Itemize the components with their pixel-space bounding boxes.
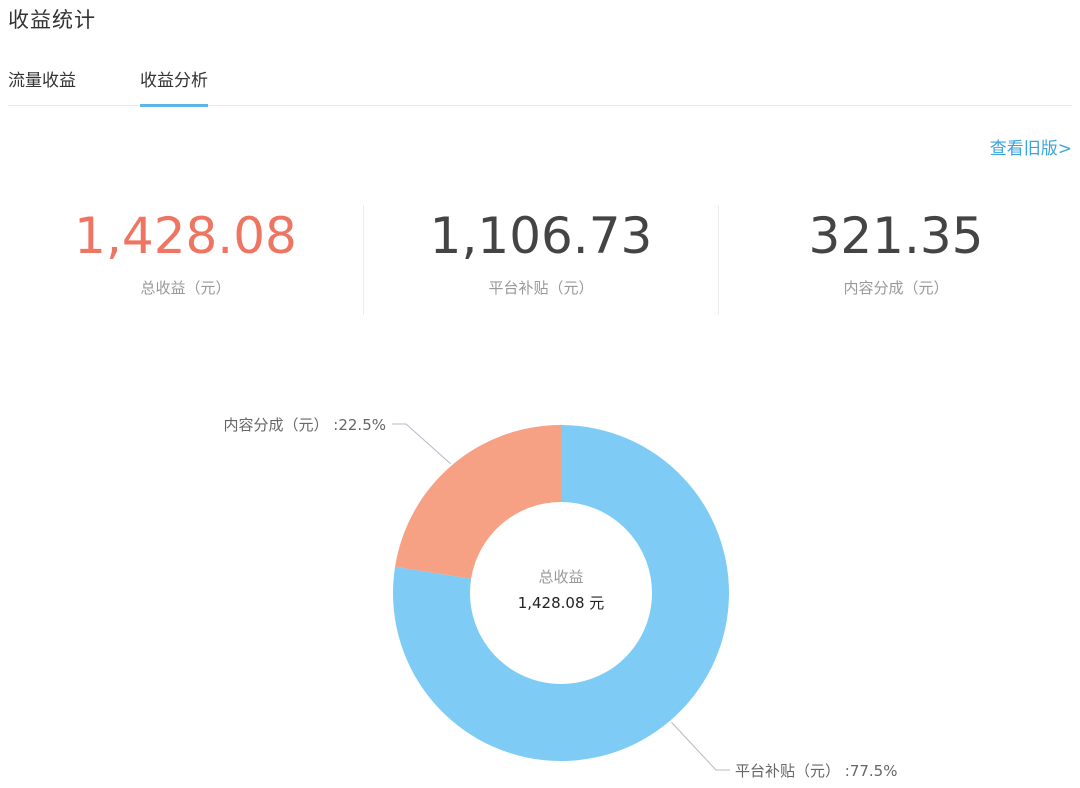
donut-center-value: 1,428.08 元	[518, 594, 605, 612]
donut-slices	[393, 425, 729, 762]
slice-content-share[interactable]	[395, 425, 561, 579]
leader-line-content-share	[392, 423, 451, 465]
leader-line-platform-subsidy	[671, 721, 730, 771]
donut-center-title: 总收益	[538, 568, 583, 586]
slice-label-content-share: 内容分成（元） :22.5%	[224, 416, 386, 434]
slice-label-platform-subsidy: 平台补贴（元） :77.5%	[735, 762, 897, 780]
income-donut-chart: 总收益 1,428.08 元 内容分成（元） :22.5% 平台补贴（元） :7…	[224, 416, 898, 780]
